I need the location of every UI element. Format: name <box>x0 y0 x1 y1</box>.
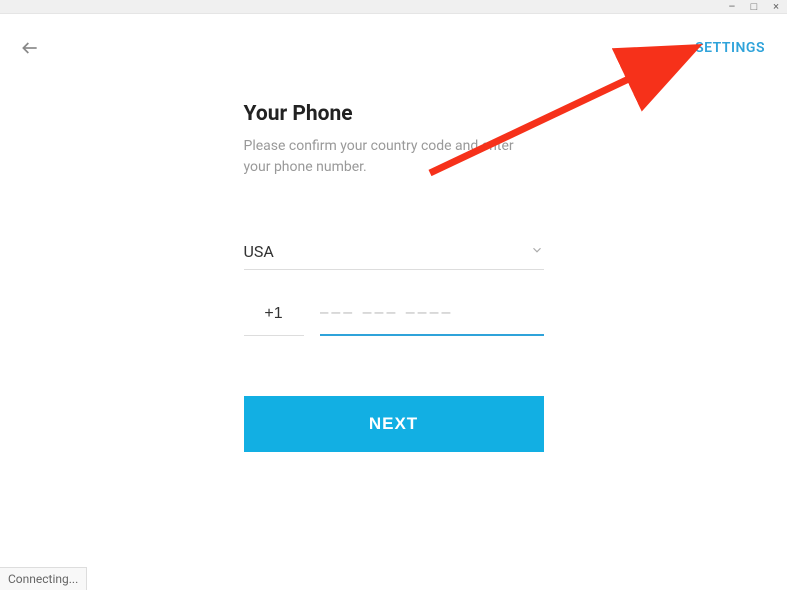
minimize-button[interactable]: – <box>725 0 739 14</box>
phone-form: Your Phone Please confirm your country c… <box>244 102 544 452</box>
arrow-left-icon <box>20 38 40 58</box>
settings-link[interactable]: SETTINGS <box>695 40 765 56</box>
phone-input-row <box>244 304 544 336</box>
close-button[interactable]: × <box>769 0 783 14</box>
chevron-down-icon <box>530 242 544 261</box>
maximize-button[interactable]: □ <box>747 0 761 14</box>
page-title: Your Phone <box>244 102 544 126</box>
top-bar: SETTINGS <box>0 14 787 64</box>
phone-number-input[interactable] <box>320 304 544 336</box>
country-code-input[interactable] <box>244 305 304 336</box>
country-selected-label: USA <box>244 242 274 261</box>
back-button[interactable] <box>18 36 42 60</box>
window-titlebar: – □ × <box>0 0 787 14</box>
instruction-text: Please confirm your country code and ent… <box>244 136 544 178</box>
connection-status: Connecting... <box>0 567 87 590</box>
country-select[interactable]: USA <box>244 242 544 270</box>
next-button[interactable]: NEXT <box>244 396 544 452</box>
